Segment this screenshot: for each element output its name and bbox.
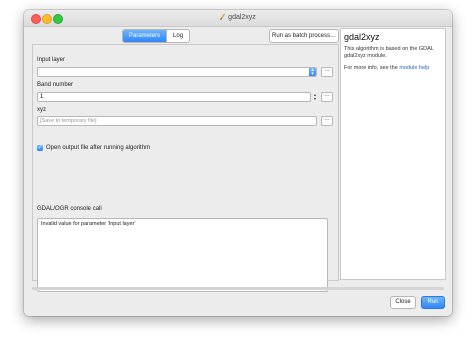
checkmark-icon: ✓ — [37, 145, 43, 151]
help-title: gdal2xyz — [344, 32, 380, 42]
xyz-label: xyz — [37, 107, 46, 113]
module-help-link[interactable]: module help — [399, 65, 429, 71]
window-title-wrap: gdal2xyz — [24, 12, 452, 24]
open-output-label: Open output file after running algorithm — [46, 145, 151, 151]
band-number-label: Band number — [37, 82, 74, 88]
run-as-batch-button[interactable]: Run as batch process… — [269, 29, 339, 43]
xyz-output-field[interactable]: [Save to temporary file] — [37, 116, 317, 126]
open-output-checkbox[interactable]: ✓ — [37, 145, 43, 151]
help-panel: gdal2xyz This algorithm is based on the … — [340, 28, 446, 280]
help-more-prefix: For more info, see the — [344, 65, 398, 71]
band-number-options-button[interactable]: … — [321, 92, 333, 102]
tab-bar: Parameters Log — [122, 29, 191, 43]
tab-parameters[interactable]: Parameters — [123, 30, 167, 42]
console-call-textarea[interactable]: Invalid value for parameter 'Input layer… — [37, 218, 328, 292]
run-button[interactable]: Run — [421, 296, 445, 309]
input-layer-browse-button[interactable]: … — [321, 67, 333, 77]
titlebar: gdal2xyz — [24, 10, 452, 27]
xyz-browse-button[interactable]: … — [321, 116, 333, 126]
dialog-window: gdal2xyz Parameters Log Run as batch pro… — [24, 10, 452, 316]
input-layer-combo[interactable]: ▴ ▾ — [37, 67, 317, 77]
help-description: This algorithm is based on the GDAL gdal… — [344, 46, 434, 59]
spin-arrows-icon[interactable]: ▴ ▾ — [312, 93, 318, 101]
open-output-row: ✓ Open output file after running algorit… — [37, 144, 150, 152]
tab-log[interactable]: Log — [166, 30, 189, 42]
input-layer-label: Input layer — [37, 57, 66, 63]
help-more-info: For more info, see the module help — [344, 65, 429, 71]
chevron-updown-icon: ▴ ▾ — [309, 68, 316, 77]
progress-bar — [32, 287, 444, 290]
window-title: gdal2xyz — [228, 14, 256, 21]
band-number-input[interactable]: 1 — [37, 92, 311, 102]
parameters-panel: Input layer ▴ ▾ … Band number 1 ▴ ▾ … xyz … — [32, 44, 339, 292]
main-panel: Parameters Log Run as batch process… Inp… — [32, 28, 339, 292]
console-label: GDAL/OGR console call — [37, 206, 102, 212]
gdal-brush-icon — [220, 13, 226, 20]
close-button[interactable]: Close — [390, 296, 416, 309]
